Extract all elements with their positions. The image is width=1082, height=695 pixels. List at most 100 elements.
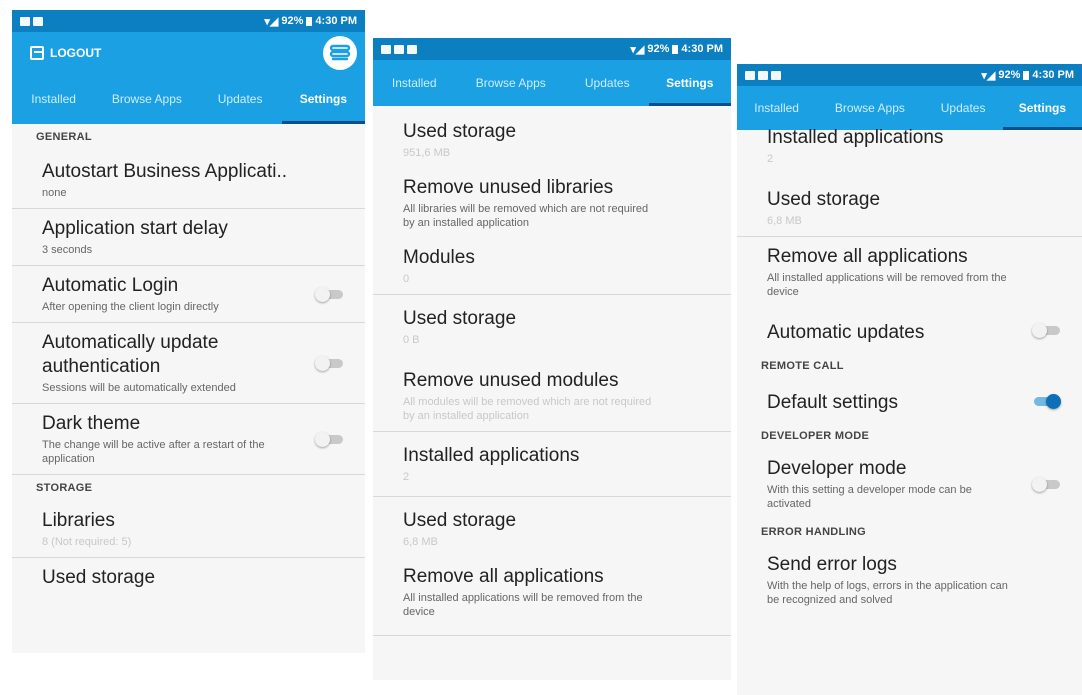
tab-installed[interactable]: Installed <box>373 60 456 106</box>
setting-value: none <box>42 187 67 199</box>
setting-description: With this setting a developer mode can b… <box>767 484 972 510</box>
setting-used-storage[interactable]: Used storage 6,8 MB <box>373 497 731 557</box>
setting-remove-all-applications[interactable]: Remove all applications All installed ap… <box>737 237 1082 307</box>
logout-button[interactable]: LOGOUT <box>30 46 101 60</box>
dark-theme-toggle[interactable] <box>315 432 343 447</box>
battery-icon <box>306 16 313 26</box>
clock: 4:30 PM <box>681 43 723 55</box>
signal-icon: ▾◢ <box>264 15 279 28</box>
status-right: ▾◢ 92% 4:30 PM <box>264 15 357 28</box>
notification-icons <box>20 16 43 26</box>
setting-description: The change will be active after a restar… <box>42 439 265 465</box>
status-bar: ▾◢ 92% 4:30 PM <box>12 10 365 32</box>
section-error-handling: ERROR HANDLING <box>761 526 867 538</box>
clock: 4:30 PM <box>1032 69 1074 81</box>
setting-value: 0 <box>403 273 410 285</box>
logout-label: LOGOUT <box>50 46 102 60</box>
setting-title: Dark theme <box>42 413 141 434</box>
section-general: GENERAL <box>36 131 92 143</box>
setting-autostart[interactable]: Autostart Business Applicati.. none <box>12 150 365 209</box>
battery-icon <box>1023 70 1030 80</box>
setting-value: 2 <box>767 153 774 165</box>
tab-updates[interactable]: Updates <box>199 74 282 124</box>
setting-title: Installed applications <box>767 127 944 148</box>
setting-automatic-updates[interactable]: Automatic updates <box>737 307 1082 353</box>
app-logo-icon <box>329 44 351 61</box>
section-storage: STORAGE <box>36 482 93 494</box>
developer-mode-toggle[interactable] <box>1032 477 1060 492</box>
setting-description: After opening the client login directly <box>42 301 219 313</box>
setting-remove-unused-libraries[interactable]: Remove unused libraries All libraries wi… <box>373 168 731 238</box>
status-bar: ▾◢ 92% 4:30 PM <box>373 38 731 60</box>
top-toolbar: LOGOUT <box>12 32 365 74</box>
setting-default-settings[interactable]: Default settings <box>737 379 1082 423</box>
setting-title: Used storage <box>42 567 156 588</box>
settings-screen-2: ▾◢ 92% 4:30 PM Installed Browse Apps Upd… <box>373 38 731 680</box>
setting-dark-theme[interactable]: Dark theme The change will be active aft… <box>12 404 365 475</box>
automatic-login-toggle[interactable] <box>315 287 343 302</box>
notification-icons <box>745 70 781 80</box>
setting-libraries[interactable]: Libraries 8 (Not required: 5) <box>12 501 365 558</box>
tab-settings[interactable]: Settings <box>281 74 365 124</box>
battery-percent: 92% <box>647 43 670 55</box>
setting-title: Used storage <box>403 510 517 531</box>
setting-automatic-login[interactable]: Automatic Login After opening the client… <box>12 266 365 323</box>
settings-screen-3: ▾◢ 92% 4:30 PM Installed Browse Apps Upd… <box>737 64 1082 695</box>
status-bar: ▾◢ 92% 4:30 PM <box>737 64 1082 86</box>
setting-title: Installed applications <box>403 445 580 466</box>
setting-value: 951,6 MB <box>403 147 451 159</box>
setting-title: Remove unused modules <box>403 370 619 391</box>
setting-title: Default settings <box>767 392 898 413</box>
setting-modules[interactable]: Modules 0 <box>373 238 731 295</box>
tab-browse-apps[interactable]: Browse Apps <box>95 74 198 124</box>
battery-percent: 92% <box>281 15 304 27</box>
setting-auto-update-auth[interactable]: Automatically update authentication Sess… <box>12 323 365 404</box>
setting-description: All modules will be removed which are no… <box>403 396 652 422</box>
setting-value: 8 (Not required: 5) <box>42 536 132 548</box>
tab-settings[interactable]: Settings <box>648 60 732 106</box>
setting-start-delay[interactable]: Application start delay 3 seconds <box>12 209 365 266</box>
setting-installed-applications[interactable]: Installed applications 2 <box>737 124 1082 174</box>
setting-title: Application start delay <box>42 218 228 239</box>
setting-value: 0 B <box>403 334 420 346</box>
app-logo-button[interactable] <box>323 36 357 70</box>
setting-description: All installed applications will be remov… <box>403 592 643 618</box>
setting-used-storage[interactable]: Used storage 6,8 MB <box>737 174 1082 237</box>
setting-installed-applications[interactable]: Installed applications 2 <box>373 432 731 497</box>
settings-screen-1: ▾◢ 92% 4:30 PM LOGOUT Installed Browse A… <box>12 10 365 653</box>
section-developer-mode: DEVELOPER MODE <box>761 430 870 442</box>
setting-description: With the help of logs, errors in the app… <box>767 580 1008 606</box>
auto-update-auth-toggle[interactable] <box>315 356 343 371</box>
setting-developer-mode[interactable]: Developer mode With this setting a devel… <box>737 449 1082 519</box>
setting-title: Automatically update authentication <box>42 332 219 377</box>
setting-remove-unused-modules: Remove unused modules All modules will b… <box>373 355 731 432</box>
status-right: ▾◢ 92% 4:30 PM <box>981 69 1074 82</box>
setting-title: Used storage <box>767 189 881 210</box>
setting-value: 6,8 MB <box>403 536 438 548</box>
tab-installed[interactable]: Installed <box>12 74 95 124</box>
setting-description: Sessions will be automatically extended <box>42 382 236 394</box>
settings-list: Installed applications 2 Used storage 6,… <box>737 124 1082 615</box>
setting-title: Automatic updates <box>767 322 925 343</box>
setting-title: Used storage <box>403 308 517 329</box>
tab-browse-apps[interactable]: Browse Apps <box>456 60 567 106</box>
tab-bar: Installed Browse Apps Updates Settings <box>12 74 365 124</box>
setting-value: 3 seconds <box>42 244 93 256</box>
setting-used-storage[interactable]: Used storage 0 B <box>373 295 731 355</box>
app-bar: Installed Browse Apps Updates Settings <box>373 60 731 106</box>
setting-title: Used storage <box>403 121 517 142</box>
setting-remove-all-applications[interactable]: Remove all applications All installed ap… <box>373 557 731 636</box>
setting-title: Remove all applications <box>767 246 968 267</box>
automatic-updates-toggle[interactable] <box>1032 323 1060 338</box>
setting-description: All installed applications will be remov… <box>767 272 1007 298</box>
setting-used-storage[interactable]: Used storage 951,6 MB <box>373 106 731 168</box>
section-remote-call: REMOTE CALL <box>761 360 844 372</box>
tab-updates[interactable]: Updates <box>566 60 649 106</box>
setting-title: Libraries <box>42 510 115 531</box>
setting-title: Automatic Login <box>42 275 179 296</box>
setting-send-error-logs[interactable]: Send error logs With the help of logs, e… <box>737 545 1082 615</box>
setting-used-storage[interactable]: Used storage <box>12 558 365 598</box>
setting-title: Autostart Business Applicati.. <box>42 161 288 182</box>
default-settings-toggle[interactable] <box>1034 394 1061 409</box>
setting-value: 6,8 MB <box>767 215 802 227</box>
